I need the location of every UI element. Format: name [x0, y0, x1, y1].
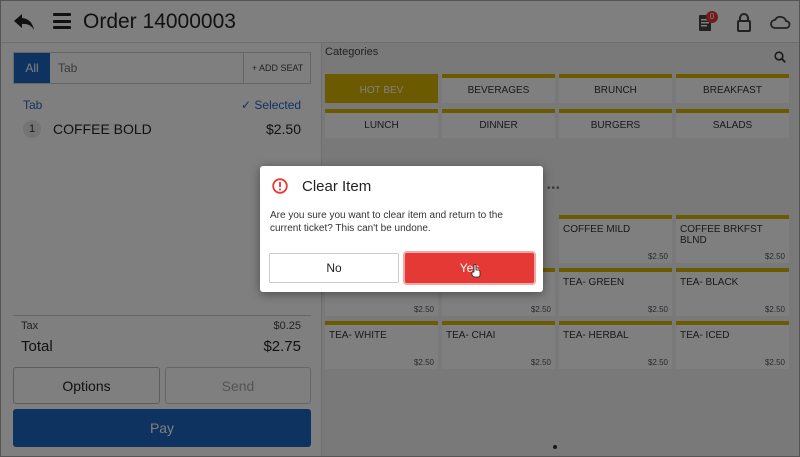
clear-item-dialog: Clear Item Are you sure you want to clea…	[260, 166, 543, 292]
alert-icon	[272, 178, 288, 194]
yes-button[interactable]: Yes	[403, 251, 536, 285]
app-window: Order 14000003 0 All + ADD SEAT Tab ✓ Se…	[0, 0, 800, 457]
no-button[interactable]: No	[269, 253, 399, 283]
dialog-message: Are you sure you want to clear item and …	[270, 210, 503, 234]
hand-cursor-icon	[471, 264, 481, 278]
dialog-title: Clear Item	[302, 178, 372, 195]
